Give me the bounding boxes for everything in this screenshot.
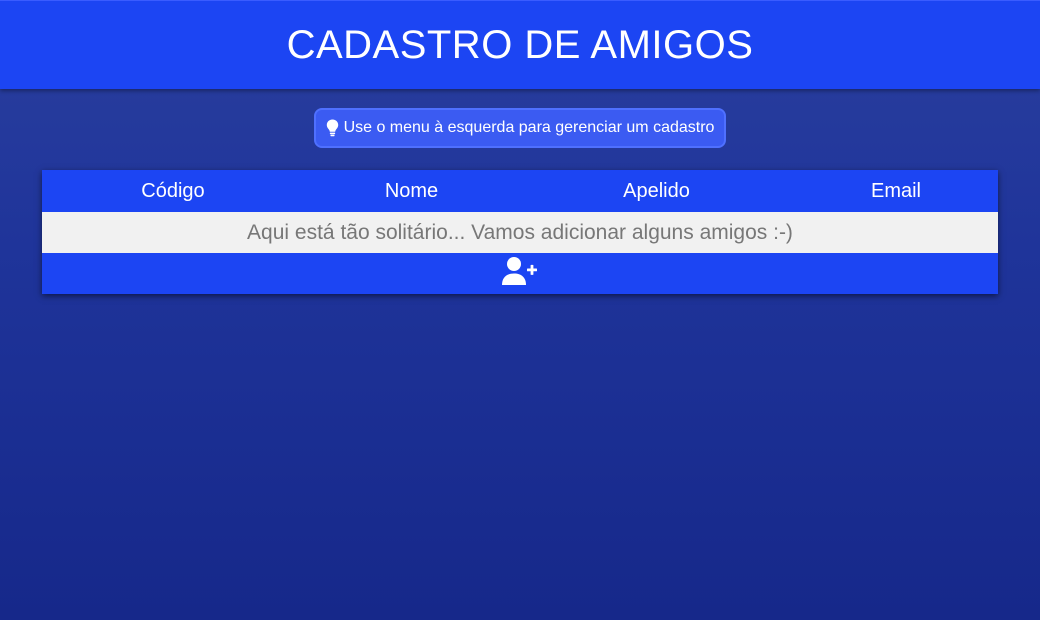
page-title: CADASTRO DE AMIGOS: [286, 22, 754, 67]
empty-state-message: Aqui está tão solitário... Vamos adicion…: [247, 220, 793, 244]
table-header: Código Nome Apelido Email: [42, 170, 998, 212]
app-header: CADASTRO DE AMIGOS: [0, 0, 1040, 89]
hint-container: Use o menu à esquerda para gerenciar um …: [0, 108, 1040, 148]
column-header-codigo[interactable]: Código: [42, 180, 304, 203]
empty-state-row: Aqui está tão solitário... Vamos adicion…: [42, 212, 998, 253]
friends-table: Código Nome Apelido Email Aqui está tão …: [42, 170, 998, 294]
hint-banner: Use o menu à esquerda para gerenciar um …: [313, 108, 727, 148]
add-friend-button[interactable]: [42, 253, 998, 294]
user-plus-icon: [502, 256, 538, 291]
column-header-apelido[interactable]: Apelido: [519, 180, 794, 203]
column-header-nome[interactable]: Nome: [304, 180, 519, 203]
hint-text: Use o menu à esquerda para gerenciar um …: [343, 119, 715, 136]
column-header-email[interactable]: Email: [794, 180, 998, 203]
lightbulb-icon: [326, 119, 339, 137]
